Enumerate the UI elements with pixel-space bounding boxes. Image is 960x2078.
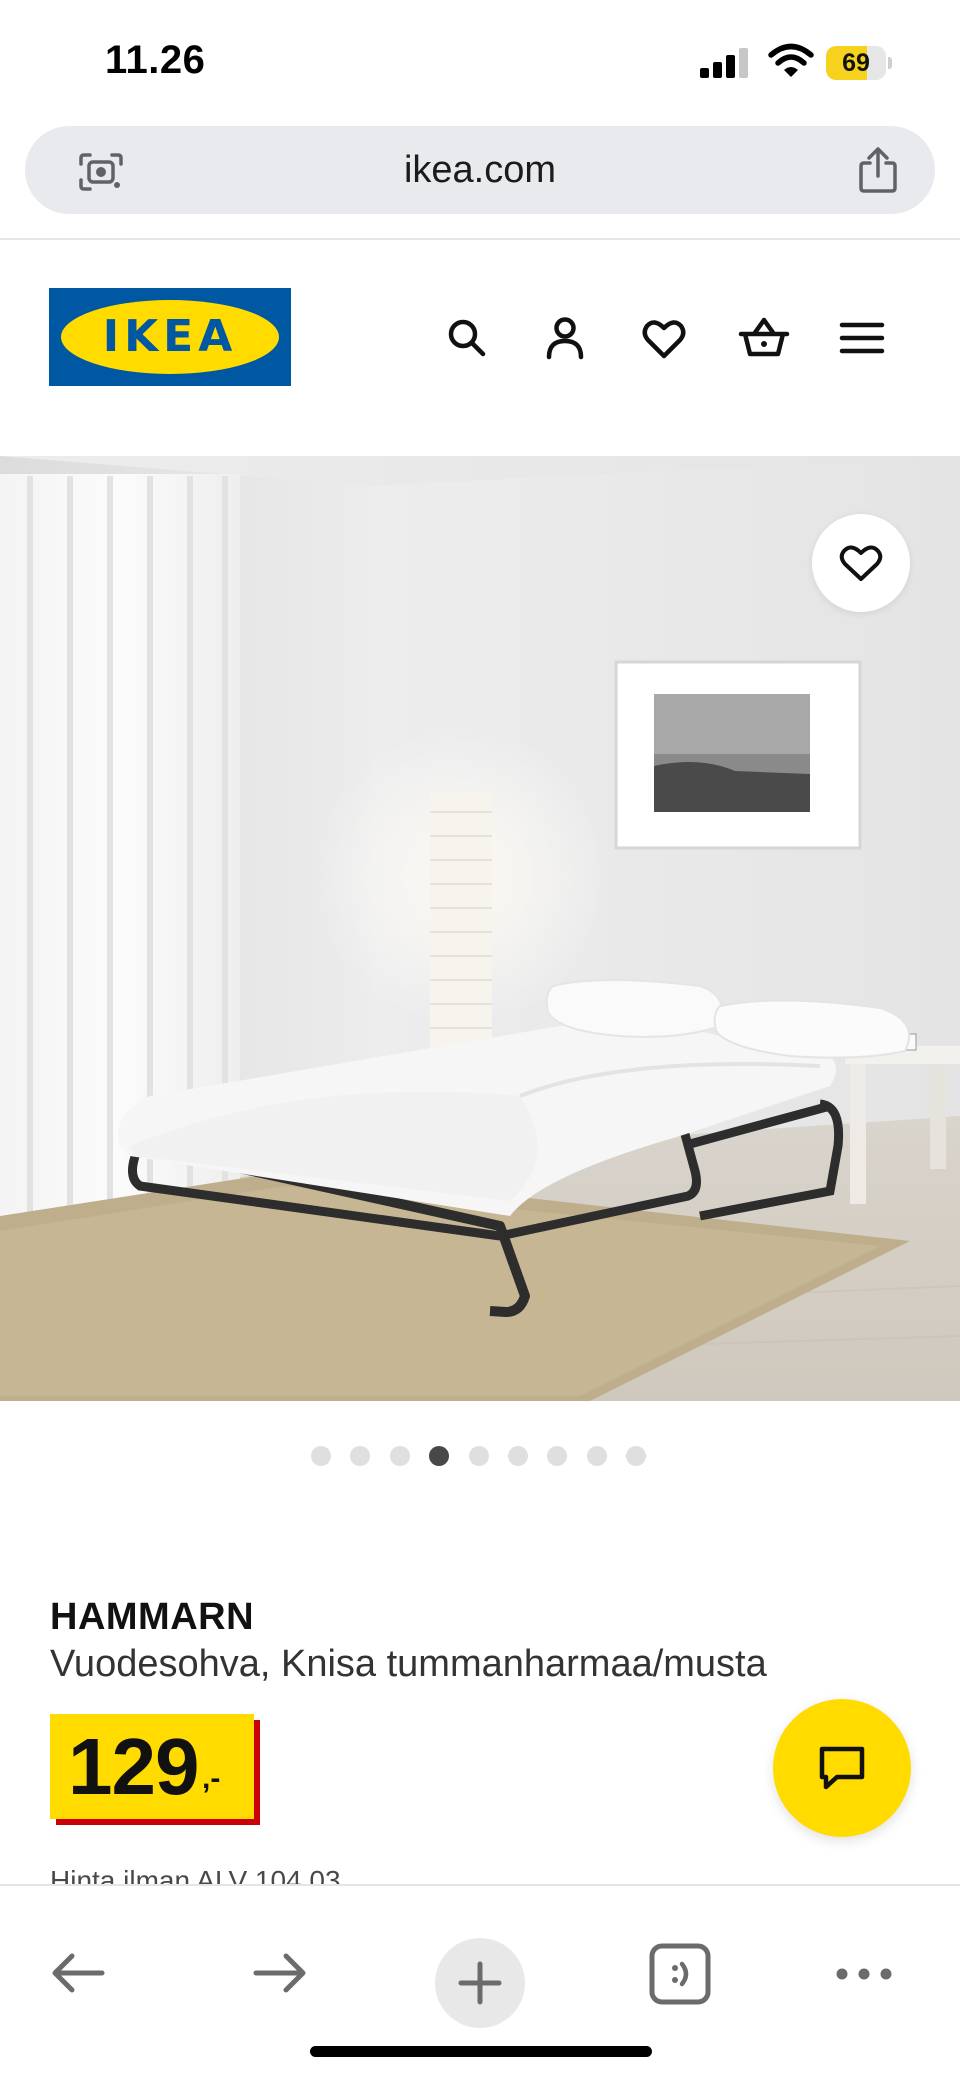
wifi-icon: [768, 43, 814, 77]
battery-indicator: 69: [826, 46, 892, 80]
price-tag: 129 ,-: [50, 1714, 254, 1819]
tabs-icon[interactable]: [648, 1942, 712, 2006]
back-arrow-icon[interactable]: [46, 1941, 110, 2005]
product-description: Vuodesohva, Knisa tummanharmaa/musta: [50, 1643, 767, 1685]
product-name: HAMMARN: [50, 1596, 255, 1638]
carousel-dot[interactable]: [626, 1446, 647, 1466]
heart-icon: [839, 545, 883, 581]
carousel-dot[interactable]: [547, 1446, 568, 1466]
cellular-signal-icon: [700, 46, 750, 78]
share-icon[interactable]: [855, 146, 901, 194]
forward-arrow-icon[interactable]: [248, 1941, 312, 2005]
status-time: 11.26: [105, 38, 206, 82]
home-indicator: [310, 2046, 652, 2057]
carousel-dot[interactable]: [429, 1446, 450, 1466]
chat-icon: [819, 1746, 865, 1790]
carousel-dot[interactable]: [389, 1446, 410, 1466]
ikea-logo[interactable]: IKEA: [49, 288, 291, 386]
logo-text: IKEA: [102, 311, 238, 362]
save-to-favorites-button[interactable]: [812, 514, 910, 612]
carousel-dot[interactable]: [468, 1446, 489, 1466]
price-integer: 129: [68, 1722, 199, 1811]
product-photo: [0, 456, 960, 1401]
url-text[interactable]: ikea.com: [25, 126, 935, 214]
carousel-dot[interactable]: [350, 1446, 371, 1466]
new-tab-icon: [458, 1961, 502, 2005]
status-bar: 11.26 69: [0, 0, 960, 120]
favorites-icon[interactable]: [640, 312, 688, 364]
more-icon[interactable]: [832, 1942, 896, 2006]
carousel-dot[interactable]: [586, 1446, 607, 1466]
menu-icon[interactable]: [838, 312, 886, 364]
battery-level: 69: [842, 49, 870, 77]
search-icon[interactable]: [443, 312, 491, 364]
chat-button[interactable]: [773, 1699, 911, 1837]
cart-icon[interactable]: [737, 312, 791, 364]
new-tab-button[interactable]: [435, 1938, 525, 2028]
account-icon[interactable]: [541, 312, 589, 364]
camera-search-icon[interactable]: [77, 152, 125, 192]
carousel-dot[interactable]: [508, 1446, 528, 1466]
product-image[interactable]: [0, 456, 960, 1401]
carousel-dot[interactable]: [311, 1446, 331, 1466]
address-bar[interactable]: ikea.com: [25, 126, 935, 214]
price-suffix: ,-: [202, 1762, 221, 1795]
toolbar-divider: [0, 238, 960, 240]
